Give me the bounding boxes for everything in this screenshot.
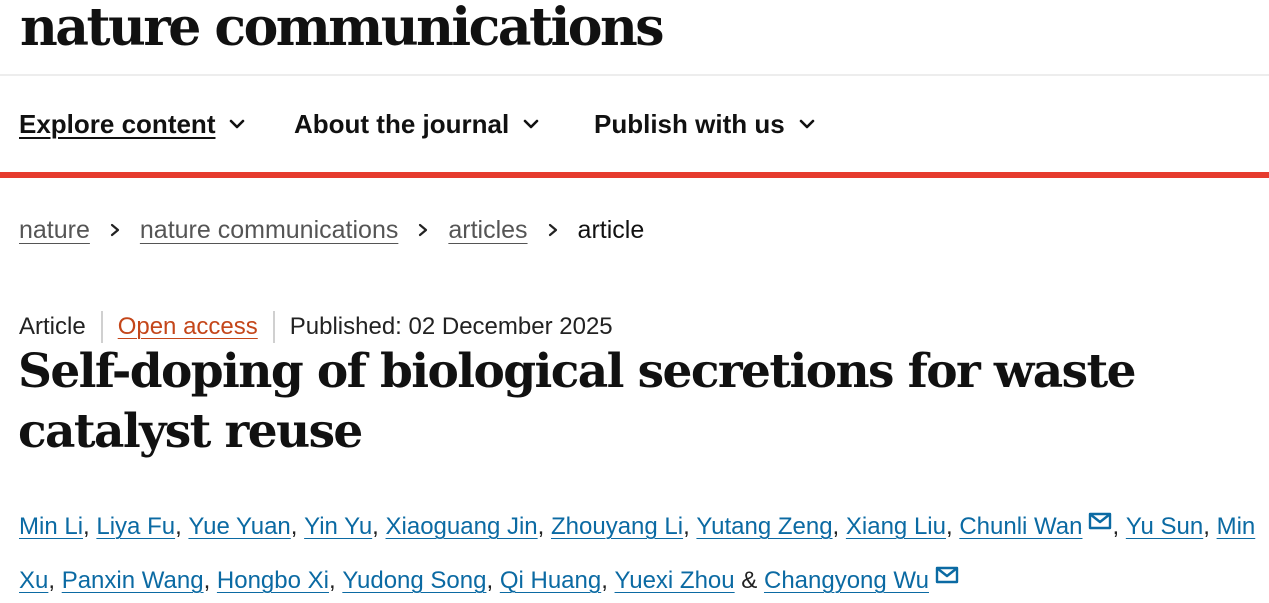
published-date: Published: 02 December 2025 bbox=[289, 313, 613, 340]
author-link[interactable]: Hongbo Xi bbox=[217, 567, 329, 594]
breadcrumb-item-current: article bbox=[577, 215, 645, 244]
breadcrumb-item-nature-communications[interactable]: nature communications bbox=[140, 216, 398, 245]
nav-explore-content-label: Explore content bbox=[19, 108, 216, 139]
author-link[interactable]: Yutang Zeng bbox=[696, 513, 832, 540]
author-separator: , bbox=[683, 513, 697, 540]
author-separator: , bbox=[203, 567, 217, 594]
author-link[interactable]: Changyong Wu bbox=[764, 567, 929, 594]
author-link[interactable]: Panxin Wang bbox=[62, 567, 204, 594]
open-access-link[interactable]: Open access bbox=[118, 313, 258, 341]
author-link[interactable]: Liya Fu bbox=[96, 513, 175, 540]
chevron-down-icon bbox=[799, 119, 814, 129]
journal-logo[interactable]: nature communications bbox=[20, 0, 665, 64]
author-item: Yuexi Zhou & bbox=[615, 567, 764, 594]
meta-divider bbox=[100, 311, 103, 343]
author-item: Xiang Liu, bbox=[846, 513, 959, 540]
site-header: nature communications bbox=[0, 0, 1269, 76]
chevron-right-icon bbox=[419, 223, 428, 237]
author-list: Min Li, Liya Fu, Yue Yuan, Yin Yu, Xiaog… bbox=[19, 500, 1264, 603]
author-separator: , bbox=[601, 567, 615, 594]
author-item: Min Li, bbox=[19, 513, 96, 540]
author-link[interactable]: Chunli Wan bbox=[959, 513, 1082, 540]
author-item: Zhouyang Li, bbox=[551, 513, 696, 540]
author-link[interactable]: Yuexi Zhou bbox=[615, 567, 735, 594]
article-title: Self-doping of biological secretions for… bbox=[18, 344, 1137, 459]
author-link[interactable]: Yue Yuan bbox=[188, 513, 290, 540]
author-link[interactable]: Qi Huang bbox=[500, 567, 601, 594]
author-separator: , bbox=[945, 513, 960, 540]
main-nav: Explore content About the journal Publis… bbox=[0, 78, 1269, 178]
author-item: Yutang Zeng, bbox=[696, 513, 845, 540]
nav-publish-with-us[interactable]: Publish with us bbox=[594, 106, 815, 142]
author-link[interactable]: Yu Sun bbox=[1126, 513, 1203, 540]
author-separator: , bbox=[48, 567, 62, 594]
article-type: Article bbox=[19, 313, 86, 340]
author-separator: , bbox=[290, 513, 305, 540]
breadcrumb-item-nature[interactable]: nature bbox=[19, 216, 90, 245]
chevron-right-icon bbox=[548, 223, 557, 237]
author-separator: , bbox=[328, 567, 343, 594]
chevron-down-icon bbox=[230, 119, 245, 129]
author-link[interactable]: Zhouyang Li bbox=[551, 513, 683, 540]
chevron-right-icon bbox=[110, 223, 119, 237]
author-separator: , bbox=[1203, 513, 1217, 540]
author-item: Qi Huang, bbox=[500, 567, 615, 594]
author-link[interactable]: Yin Yu bbox=[304, 513, 372, 540]
breadcrumb: nature nature communications articles ar… bbox=[19, 212, 644, 248]
author-link[interactable]: Yudong Song bbox=[342, 567, 486, 594]
author-item: Yu Sun, bbox=[1126, 513, 1217, 540]
meta-divider bbox=[272, 311, 275, 343]
author-separator: , bbox=[175, 513, 189, 540]
mail-icon[interactable] bbox=[935, 566, 959, 584]
chevron-down-icon bbox=[523, 119, 539, 129]
author-item: Yin Yu, bbox=[304, 513, 385, 540]
author-item: Chunli Wan, bbox=[959, 512, 1126, 540]
nav-about-the-journal-label: About the journal bbox=[294, 108, 510, 139]
nav-publish-with-us-label: Publish with us bbox=[594, 108, 785, 139]
author-item: Liya Fu, bbox=[96, 513, 188, 540]
author-item: Yudong Song, bbox=[342, 567, 499, 594]
author-link[interactable]: Xiang Liu bbox=[846, 513, 946, 540]
author-separator: , bbox=[537, 513, 551, 540]
author-link[interactable]: Min Li bbox=[19, 513, 83, 540]
author-link[interactable]: Xiaoguang Jin bbox=[386, 513, 538, 540]
author-separator: , bbox=[83, 513, 97, 540]
article-meta: Article Open access Published: 02 Decemb… bbox=[19, 310, 613, 344]
author-item: Yue Yuan, bbox=[188, 513, 304, 540]
nav-about-the-journal[interactable]: About the journal bbox=[294, 106, 539, 142]
author-separator: , bbox=[1112, 513, 1126, 540]
author-item: Hongbo Xi, bbox=[217, 567, 342, 594]
author-item: Changyong Wu bbox=[764, 566, 959, 594]
page: nature communications Explore content Ab… bbox=[0, 0, 1269, 603]
breadcrumb-item-articles[interactable]: articles bbox=[448, 216, 527, 245]
author-separator: & bbox=[734, 567, 764, 594]
author-separator: , bbox=[372, 513, 386, 540]
author-item: Xiaoguang Jin, bbox=[386, 513, 551, 540]
author-separator: , bbox=[486, 567, 500, 594]
author-item: Panxin Wang, bbox=[62, 567, 217, 594]
author-separator: , bbox=[832, 513, 846, 540]
mail-icon[interactable] bbox=[1088, 512, 1112, 530]
nav-explore-content[interactable]: Explore content bbox=[19, 106, 245, 142]
